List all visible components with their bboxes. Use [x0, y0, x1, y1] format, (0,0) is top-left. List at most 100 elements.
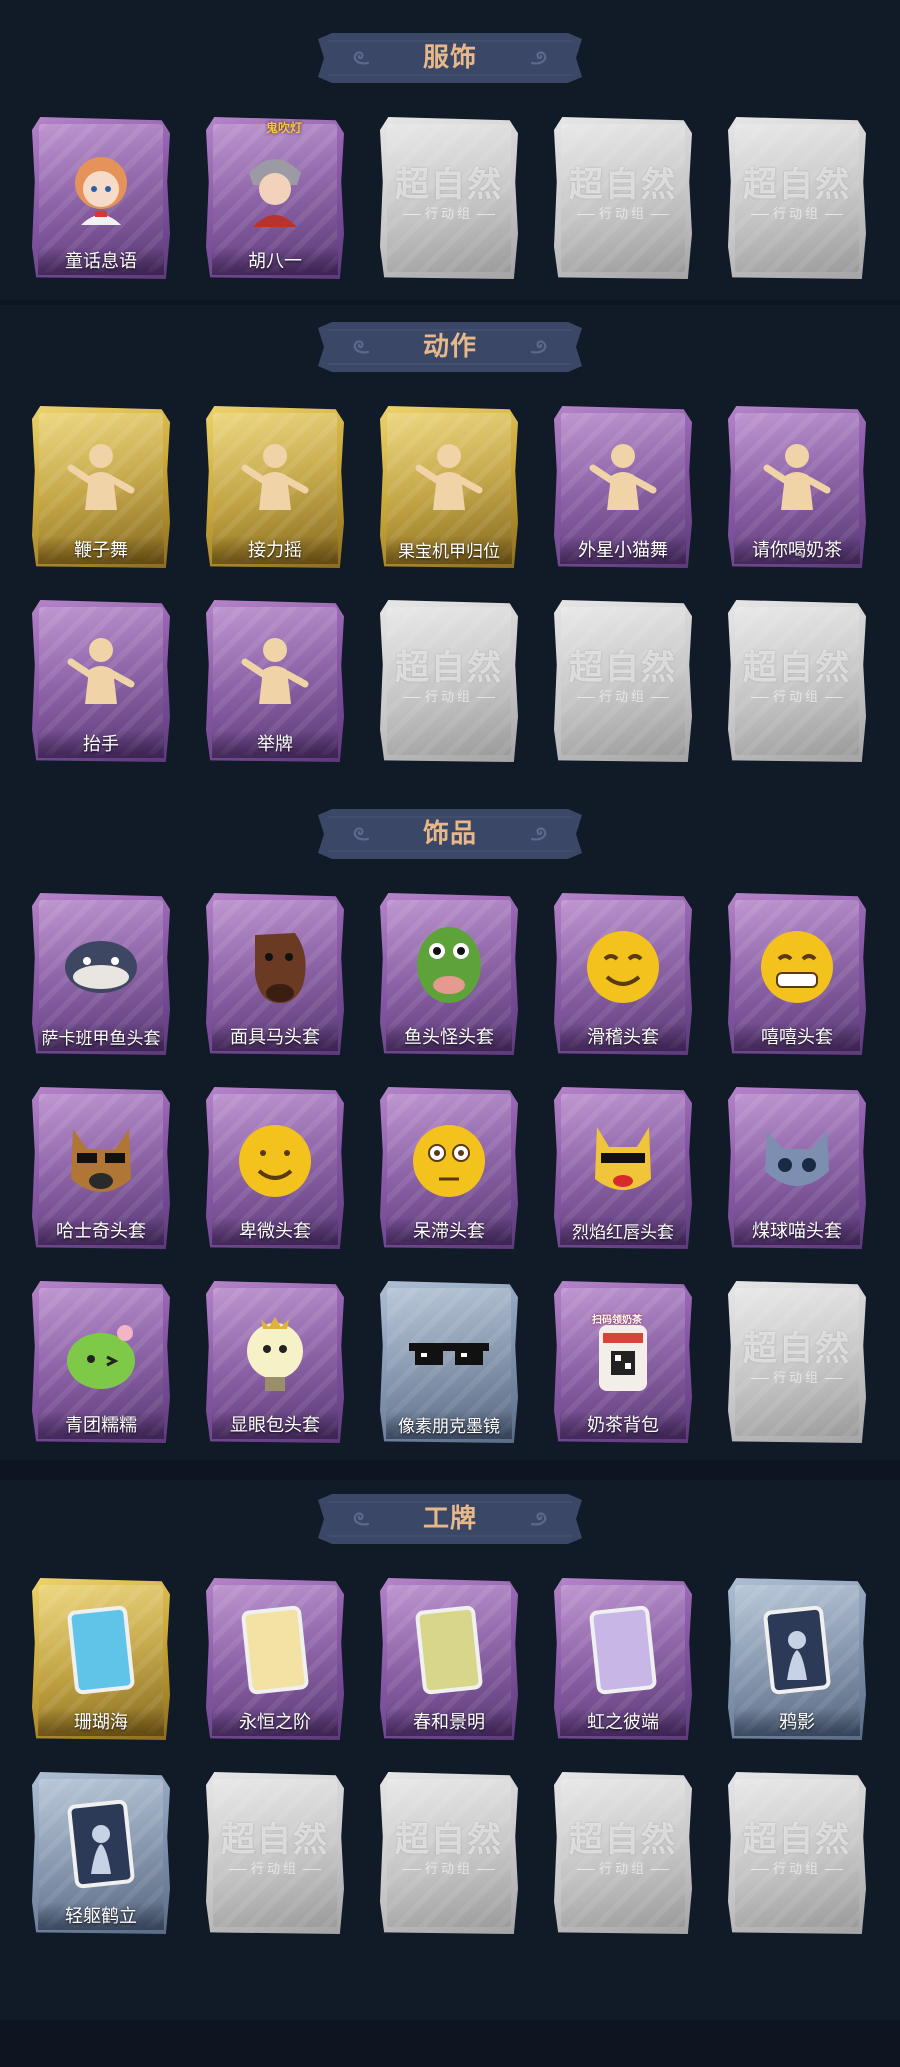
section-title-banner: 饰品 [318, 809, 582, 859]
placeholder-sub-text: 行动组 [728, 203, 866, 222]
husky-mask-icon [51, 1109, 151, 1209]
item-card[interactable]: 煤球喵头套 [728, 1087, 866, 1249]
item-name: 卑微头套 [239, 1221, 311, 1241]
placeholder-sub-label: 行动组 [250, 1861, 299, 1876]
placeholder-logo-text: 超自然 [569, 165, 677, 205]
item-name: 呆滞头套 [413, 1221, 485, 1241]
item-name: 青团糯糯 [65, 1415, 137, 1435]
item-card[interactable]: 接力摇 [206, 406, 344, 568]
item-card[interactable]: 像素朋克墨镜 [380, 1281, 518, 1443]
placeholder-logo-text: 超自然 [395, 648, 503, 688]
item-name: 外星小猫舞 [578, 540, 668, 560]
rainbow-badge-icon [573, 1600, 673, 1700]
item-name: 萨卡班甲鱼头套 [41, 1029, 161, 1048]
cat-mask-icon [747, 1109, 847, 1209]
section-title: 饰品 [422, 819, 477, 849]
item-card[interactable]: 鬼吹灯 胡八一 [206, 117, 344, 279]
item-card[interactable]: 珊瑚海 [32, 1578, 170, 1740]
empty-item-slot[interactable]: 超自然 行动组 [728, 600, 866, 762]
placeholder-sub-text: 行动组 [380, 203, 518, 222]
empty-item-slot[interactable]: 超自然 行动组 [554, 600, 692, 762]
placeholder-sub-label: 行动组 [598, 206, 647, 221]
empty-item-slot[interactable]: 超自然 行动组 [380, 117, 518, 279]
whip-dance-pose-icon [51, 428, 151, 528]
empty-item-slot[interactable]: 超自然 行动组 [728, 1281, 866, 1443]
placeholder-sub-text: 行动组 [728, 1858, 866, 1877]
placeholder-logo-text: 超自然 [221, 1820, 329, 1860]
item-card[interactable]: 童话息语 [32, 117, 170, 279]
item-name: 请你喝奶茶 [752, 540, 842, 560]
humble-face-mask-icon [225, 1109, 325, 1209]
item-card[interactable]: 外星小猫舞 [554, 406, 692, 568]
mecha-pose-icon [399, 428, 499, 528]
placeholder-logo-text: 超自然 [569, 1820, 677, 1860]
empty-item-slot[interactable]: 超自然 行动组 [380, 1772, 518, 1934]
empty-item-slot[interactable]: 超自然 行动组 [206, 1772, 344, 1934]
placeholder-logo-text: 超自然 [743, 1329, 851, 1369]
item-card[interactable]: 萨卡班甲鱼头套 [32, 893, 170, 1055]
item-name: 果宝机甲归位 [398, 542, 500, 561]
item-card[interactable]: 虹之彼端 [554, 1578, 692, 1740]
item-card[interactable]: 鞭子舞 [32, 406, 170, 568]
empty-item-slot[interactable]: 超自然 行动组 [554, 1772, 692, 1934]
item-name: 烈焰红唇头套 [572, 1223, 674, 1242]
relay-shake-pose-icon [225, 428, 325, 528]
item-card[interactable]: 面具马头套 [206, 893, 344, 1055]
bulb-mask-icon [225, 1303, 325, 1403]
placeholder-logo-text: 超自然 [743, 165, 851, 205]
pixel-sunglasses-icon [399, 1303, 499, 1403]
placeholder-logo-text: 超自然 [395, 165, 503, 205]
placeholder-sub-label: 行动组 [598, 1861, 647, 1876]
section-title: 动作 [422, 332, 477, 362]
placeholder-logo-text: 超自然 [569, 648, 677, 688]
item-card[interactable]: 鸦影 [728, 1578, 866, 1740]
empty-item-slot[interactable]: 超自然 行动组 [728, 1772, 866, 1934]
empty-item-slot[interactable]: 超自然 行动组 [380, 600, 518, 762]
item-card[interactable]: 永恒之阶 [206, 1578, 344, 1740]
item-card[interactable]: 呆滞头套 [380, 1087, 518, 1249]
empty-item-slot[interactable]: 超自然 行动组 [728, 117, 866, 279]
milk-tea-pose-icon [747, 428, 847, 528]
fish-mask-icon [51, 915, 151, 1015]
item-card[interactable]: 果宝机甲归位 [380, 406, 518, 568]
item-name: 滑稽头套 [587, 1027, 659, 1047]
item-name: 鸦影 [779, 1712, 815, 1732]
item-card[interactable]: 烈焰红唇头套 [554, 1087, 692, 1249]
item-card[interactable]: 抬手 [32, 600, 170, 762]
item-card[interactable]: 请你喝奶茶 [728, 406, 866, 568]
item-card[interactable]: 哈士奇头套 [32, 1087, 170, 1249]
item-card[interactable]: 嘻嘻头套 [728, 893, 866, 1055]
placeholder-sub-text: 行动组 [554, 1858, 692, 1877]
dazed-face-mask-icon [399, 1109, 499, 1209]
item-badge-text: 鬼吹灯 [266, 121, 303, 135]
item-name: 童话息语 [65, 251, 137, 271]
placeholder-logo-text: 超自然 [743, 648, 851, 688]
item-card[interactable]: 春和景明 [380, 1578, 518, 1740]
placeholder-sub-label: 行动组 [772, 206, 821, 221]
placeholder-sub-label: 行动组 [424, 689, 473, 704]
item-name: 春和景明 [413, 1712, 485, 1732]
alien-cat-dance-pose-icon [573, 428, 673, 528]
eternal-steps-badge-icon [225, 1600, 325, 1700]
item-card[interactable]: 扫码领奶茶 奶茶背包 [554, 1281, 692, 1443]
placeholder-sub-label: 行动组 [424, 1861, 473, 1876]
empty-item-slot[interactable]: 超自然 行动组 [554, 117, 692, 279]
item-card[interactable]: 青团糯糯 [32, 1281, 170, 1443]
item-name: 虹之彼端 [587, 1712, 659, 1732]
hu-bayi-avatar-icon [225, 139, 325, 239]
item-card[interactable]: 鱼头怪头套 [380, 893, 518, 1055]
section-title-banner: 服饰 [318, 33, 582, 83]
crow-shadow-badge-icon [747, 1600, 847, 1700]
placeholder-sub-label: 行动组 [772, 1370, 821, 1385]
item-name: 轻躯鹤立 [65, 1906, 137, 1926]
item-card[interactable]: 举牌 [206, 600, 344, 762]
item-name: 嘻嘻头套 [761, 1027, 833, 1047]
item-card[interactable]: 显眼包头套 [206, 1281, 344, 1443]
item-card[interactable]: 滑稽头套 [554, 893, 692, 1055]
placeholder-sub-text: 行动组 [206, 1858, 344, 1877]
placeholder-sub-label: 行动组 [424, 206, 473, 221]
item-card[interactable]: 卑微头套 [206, 1087, 344, 1249]
item-card[interactable]: 轻躯鹤立 [32, 1772, 170, 1934]
hold-sign-pose-icon [225, 622, 325, 722]
placeholder-sub-text: 行动组 [554, 686, 692, 705]
